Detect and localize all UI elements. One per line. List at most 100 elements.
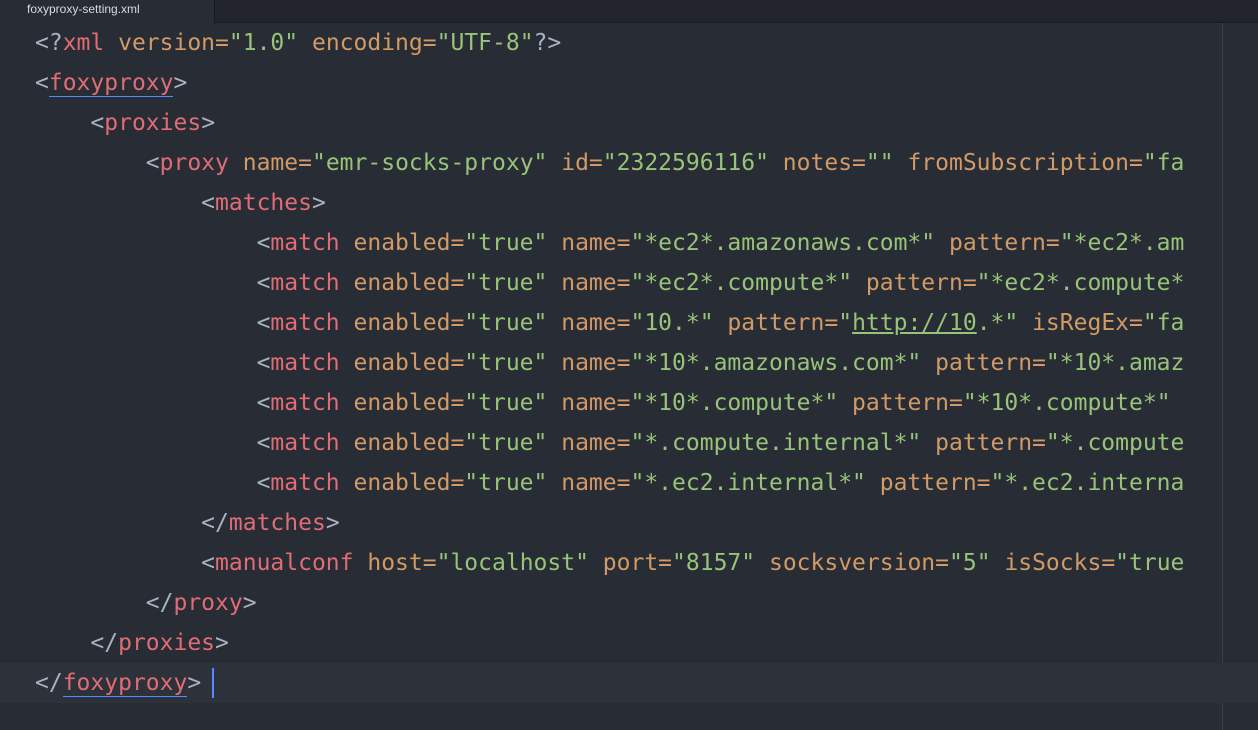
- matches-close-lt: </: [201, 510, 229, 536]
- match-name-attr: name=: [547, 470, 631, 496]
- proxy-close-gt: >: [242, 590, 257, 616]
- match-pattern-attr: pattern=: [838, 390, 963, 416]
- foxyproxy-open-lt: <: [35, 70, 49, 96]
- match-pattern-value: "*.compute: [1045, 430, 1185, 456]
- pattern-url-link[interactable]: http://10: [852, 310, 977, 336]
- code-line-4: <proxy name="emr-socks-proxy" id="232259…: [35, 143, 1185, 183]
- match-pattern-rest: .*": [976, 310, 1019, 336]
- matches-open-tag: matches: [215, 190, 312, 216]
- code-line-match: <match enabled="true" name="*10*.compute…: [35, 383, 1171, 423]
- wrap-guide: [1222, 23, 1223, 730]
- manualconf-tag: manualconf: [215, 550, 354, 576]
- match-tag: match: [270, 430, 340, 456]
- match-enabled-attr: enabled=: [339, 430, 465, 456]
- match-pattern-value: "*.ec2.interna: [990, 470, 1185, 496]
- xml-encoding-value: "UTF-8": [436, 30, 534, 56]
- manualconf-attr-value: "localhost": [436, 550, 589, 576]
- proxy-open-tag: proxy: [159, 150, 229, 176]
- match-name-attr: name=: [547, 230, 631, 256]
- code-line-match: <match enabled="true" name="*ec2*.comput…: [35, 263, 1185, 303]
- proxy-attr-name: id=: [547, 150, 603, 176]
- match-enabled-value: "true": [464, 230, 548, 256]
- xml-decl-close: ?>: [533, 30, 562, 56]
- match-lt: <: [256, 230, 271, 256]
- match-name-value: "*ec2*.amazonaws.com*": [630, 230, 936, 256]
- foxyproxy-close-gt: >: [187, 670, 202, 696]
- match-tag: match: [270, 230, 340, 256]
- proxy-close-lt: </: [145, 590, 174, 616]
- manualconf-attr-value: "5": [949, 550, 991, 576]
- match-name-attr: name=: [547, 390, 631, 416]
- code-editor[interactable]: <?xml version="1.0" encoding="UTF-8"?> <…: [0, 23, 1258, 730]
- match-pattern-value: "*10*.compute*": [962, 390, 1171, 416]
- manualconf-attr-name: port=: [588, 550, 673, 576]
- match-name-value: "*10*.compute*": [630, 390, 839, 416]
- code-line-16: </proxies>: [35, 623, 229, 663]
- match-pattern-attr: pattern=: [921, 430, 1046, 456]
- matches-close-gt: >: [325, 510, 340, 536]
- match-tag: match: [270, 390, 340, 416]
- proxy-open-lt: <: [145, 150, 160, 176]
- proxies-open-lt: <: [90, 110, 105, 136]
- match-pattern-attr: pattern=: [935, 230, 1060, 256]
- proxies-close-lt: </: [90, 630, 119, 656]
- match-tag: match: [270, 470, 340, 496]
- proxies-open-gt: >: [201, 110, 216, 136]
- match-lt: <: [256, 430, 271, 456]
- match-tag: match: [270, 350, 340, 376]
- code-line-3: <proxies>: [35, 103, 215, 143]
- code-line-13: </matches>: [35, 503, 340, 543]
- match-name-attr: name=: [547, 350, 631, 376]
- proxies-open-tag: proxies: [104, 110, 202, 136]
- match-name-value: "*.compute.internal*": [630, 430, 922, 456]
- match-name-value: "10.*": [630, 310, 714, 336]
- code-line-match: <match enabled="true" name="*10*.amazona…: [35, 343, 1185, 383]
- manualconf-attr-value: "8157": [672, 550, 756, 576]
- match-name-attr: name=: [547, 430, 631, 456]
- text-cursor: [212, 668, 214, 698]
- match-enabled-value: "true": [464, 270, 548, 296]
- manualconf-attr-name: host=: [353, 550, 437, 576]
- match-pattern-quote: ": [838, 310, 853, 336]
- code-line-1: <?xml version="1.0" encoding="UTF-8"?>: [35, 23, 561, 63]
- match-enabled-value: "true": [464, 430, 548, 456]
- match-name-attr: name=: [547, 270, 631, 296]
- match-enabled-attr: enabled=: [339, 310, 465, 336]
- match-lt: <: [256, 470, 271, 496]
- code-line-15: </proxy>: [35, 583, 257, 623]
- xml-decl-tag: xml: [62, 30, 105, 56]
- proxy-attr-value: "": [865, 150, 894, 176]
- proxy-attr-name: name=: [228, 150, 312, 176]
- match-pattern-value: "*10*.amaz: [1045, 350, 1185, 376]
- manualconf-attr-name: socksversion=: [755, 550, 949, 576]
- match-pattern-attr: pattern=: [865, 470, 991, 496]
- manualconf-lt: <: [201, 550, 216, 576]
- match-enabled-attr: enabled=: [339, 230, 465, 256]
- match-enabled-value: "true": [464, 390, 548, 416]
- proxy-attr-value: "fa: [1142, 150, 1185, 176]
- proxies-close-gt: >: [215, 630, 229, 656]
- match-tag: match: [270, 270, 340, 296]
- match-pattern-value: "*ec2*.compute*: [976, 270, 1185, 296]
- tab-bar: foxyproxy-setting.xml: [0, 0, 1258, 23]
- match-enabled-attr: enabled=: [339, 350, 465, 376]
- manualconf-attr-name: isSocks=: [990, 550, 1116, 576]
- xml-encoding-attr: encoding=: [298, 30, 437, 56]
- match-lt: <: [256, 310, 271, 336]
- match-enabled-value: "true": [464, 470, 548, 496]
- tab-foxyproxy-setting[interactable]: foxyproxy-setting.xml: [0, 0, 215, 23]
- match-enabled-attr: enabled=: [339, 470, 465, 496]
- matches-close-tag: matches: [228, 510, 326, 536]
- manualconf-attr-value: "true: [1115, 550, 1185, 576]
- code-line-match: <match enabled="true" name="*.compute.in…: [35, 423, 1185, 463]
- match-pattern-attr: pattern=: [921, 350, 1046, 376]
- foxyproxy-close-tag: foxyproxy: [62, 670, 188, 697]
- foxyproxy-close-lt: </: [35, 670, 63, 696]
- proxy-attr-name: notes=: [768, 150, 866, 176]
- match-pattern-attr: pattern=: [852, 270, 977, 296]
- xml-decl-open: <?: [35, 30, 63, 56]
- match-pattern-attr: pattern=: [713, 310, 839, 336]
- match-isregex-value: "fa: [1142, 310, 1185, 336]
- code-line-match: <match enabled="true" name="10.*" patter…: [35, 303, 1185, 343]
- match-name-attr: name=: [547, 310, 631, 336]
